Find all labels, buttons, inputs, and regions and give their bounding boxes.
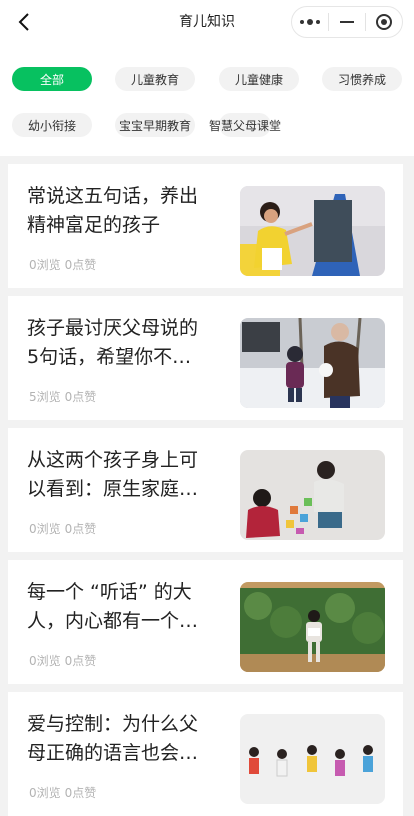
category-tabs: 全部 儿童教育 儿童健康 习惯养成 幼小衔接 宝宝早期教育 智慧父母课堂 xyxy=(0,44,414,156)
article-thumbnail xyxy=(240,186,385,276)
article-stats: 5浏览 0点赞 xyxy=(29,388,96,405)
article-thumbnail xyxy=(240,582,385,672)
minimize-button[interactable] xyxy=(329,7,365,37)
article-thumbnail xyxy=(240,450,385,540)
article-title: 常说这五句话，养出精神富足的孩子 xyxy=(27,185,199,236)
view-count: 0浏览 xyxy=(29,522,61,536)
like-count: 0点赞 xyxy=(64,786,97,800)
view-count: 0浏览 xyxy=(29,786,61,800)
like-count: 0点赞 xyxy=(64,522,97,536)
view-count: 0浏览 xyxy=(29,654,61,668)
article-stats: 0浏览 0点赞 xyxy=(29,520,96,537)
like-count: 0点赞 xyxy=(64,390,97,404)
article-title: 从这两个孩子身上可以看到：原生家庭的影响 xyxy=(27,449,199,500)
tab-habit-building[interactable]: 习惯养成 xyxy=(322,67,402,91)
tab-child-education[interactable]: 儿童教育 xyxy=(115,67,195,91)
minimize-icon xyxy=(340,21,354,23)
tab-child-health[interactable]: 儿童健康 xyxy=(219,67,299,91)
tab-all[interactable]: 全部 xyxy=(12,67,92,91)
article-stats: 0浏览 0点赞 xyxy=(29,784,96,801)
close-target-icon xyxy=(376,14,392,30)
tab-parenting-class[interactable]: 智慧父母课堂 xyxy=(209,113,281,137)
article-stats: 0浏览 0点赞 xyxy=(29,256,96,273)
more-button[interactable] xyxy=(292,7,328,37)
article-card[interactable]: 常说这五句话，养出精神富足的孩子 0浏览 0点赞 xyxy=(8,164,403,288)
like-count: 0点赞 xyxy=(64,258,97,272)
article-thumbnail xyxy=(240,318,385,408)
top-nav-bar: 育儿知识 xyxy=(0,0,414,44)
article-card[interactable]: 从这两个孩子身上可以看到：原生家庭的影响 0浏览0点赞 xyxy=(8,428,403,552)
article-title: 爱与控制：为什么父母正确的语言也会伤害孩子 xyxy=(27,713,199,764)
view-count: 0浏览 xyxy=(29,258,61,272)
close-button[interactable] xyxy=(366,7,402,37)
view-count: 5浏览 xyxy=(29,390,61,404)
like-count: 0点赞 xyxy=(64,654,97,668)
tab-kindergarten-transition[interactable]: 幼小衔接 xyxy=(12,113,92,137)
article-card[interactable]: 孩子最讨厌父母说的5句话，希望你不常说 5浏览0点赞 xyxy=(8,296,403,420)
article-thumbnail xyxy=(240,714,385,804)
article-stats: 0浏览 0点赞 xyxy=(29,652,96,669)
article-title: 孩子最讨厌父母说的5句话，希望你不常说 xyxy=(27,317,199,368)
article-card[interactable]: 爱与控制：为什么父母正确的语言也会伤害孩子 0浏览0点赞 xyxy=(8,692,403,816)
mini-program-capsule xyxy=(291,6,403,38)
article-title: 每一个 “听话” 的大人，内心都有一个受伤的孩子 xyxy=(27,581,199,632)
article-card[interactable]: 每一个 “听话” 的大人，内心都有一个受伤的孩子 0浏览0点赞 xyxy=(8,560,403,684)
tab-early-education[interactable]: 宝宝早期教育 xyxy=(115,113,195,137)
more-dots-icon xyxy=(300,19,320,25)
